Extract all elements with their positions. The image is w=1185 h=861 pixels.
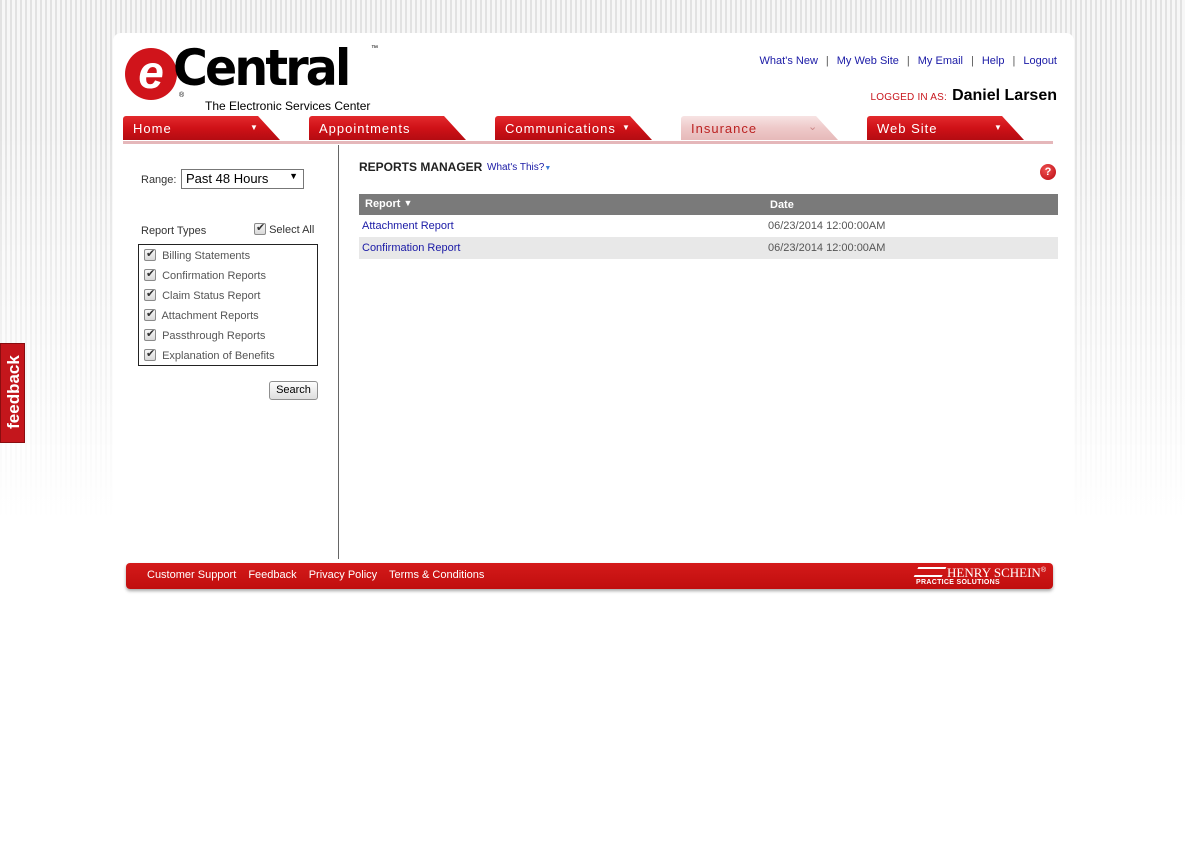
tab-label: Insurance [691,121,758,136]
separator: | [971,55,974,67]
report-type-label: Confirmation Reports [162,270,266,282]
select-all-label: Select All [269,224,315,236]
separator: | [1012,55,1016,67]
dropdown-arrow-icon: ▼ [250,123,259,132]
checkbox-icon[interactable] [144,347,156,361]
footer-bar: Customer Support Feedback Privacy Policy… [126,563,1053,589]
feedback-tab[interactable]: feedback [0,343,25,443]
my-email-link[interactable]: My Email [918,55,963,67]
column-header-label: Report [365,198,401,210]
report-types-label: Report Types [141,225,207,237]
chevron-down-icon: ▼ [544,165,552,172]
chevron-down-icon: ▼ [289,171,298,181]
brand-subtitle: PRACTICE SOLUTIONS [916,579,1001,586]
checkbox-icon[interactable] [144,267,156,281]
tab-insurance[interactable]: Insurance ⌄ [681,116,838,140]
my-web-site-link[interactable]: My Web Site [837,55,899,67]
dropdown-arrow-icon: ▼ [622,123,631,132]
logged-in-info: LOGGED IN AS: Daniel Larsen [870,87,1057,105]
logo-tagline: The Electronic Services Center [205,99,371,113]
whats-this-label: What's This? [487,162,545,173]
table-row: Attachment Report 06/23/2014 12:00:00AM [359,215,1058,237]
footer-link-customer-support[interactable]: Customer Support [147,569,236,581]
user-name: Daniel Larsen [952,87,1057,104]
help-link[interactable]: Help [982,55,1005,67]
tab-web-site[interactable]: Web Site ▼ [867,116,1024,140]
main-nav: Home ▼ Appointments Communications ▼ Ins… [123,116,1053,143]
help-icon[interactable]: ? [1040,164,1056,180]
footer-link-feedback[interactable]: Feedback [248,569,296,581]
panel-divider [338,145,339,559]
tab-home[interactable]: Home ▼ [123,116,280,140]
henry-schein-logo: HENRY SCHEIN® PRACTICE SOLUTIONS [913,565,1046,586]
tab-label: Home [133,121,172,136]
footer-links: Customer Support Feedback Privacy Policy… [147,569,493,581]
brand-name: HENRY SCHEIN [947,565,1041,580]
range-select[interactable]: Past 48 Hours ▼ [181,169,304,189]
report-type-explanation-of-benefits[interactable]: Explanation of Benefits [144,347,275,362]
whats-this-link[interactable]: What's This?▼ [487,162,551,173]
whats-new-link[interactable]: What's New [760,55,818,67]
checkbox-icon[interactable] [144,287,156,301]
report-date: 06/23/2014 12:00:00AM [768,242,886,254]
footer-link-terms[interactable]: Terms & Conditions [389,569,484,581]
report-types-list: Billing Statements Confirmation Reports … [138,244,318,366]
table-header: Report ▼ Date [359,194,1058,215]
sort-arrow-icon: ▼ [403,198,413,208]
page-container: e Central ™ ® The Electronic Services Ce… [113,33,1074,593]
report-type-attachment-reports[interactable]: Attachment Reports [144,307,259,322]
nav-underline [123,141,1053,144]
feedback-label: feedback [4,355,23,429]
report-date: 06/23/2014 12:00:00AM [768,220,886,232]
tab-label: Communications [505,121,616,136]
logout-link[interactable]: Logout [1023,55,1057,67]
checkbox-icon[interactable] [144,307,156,321]
column-header-date[interactable]: Date [770,199,794,211]
logo-e-mark: e [125,48,177,100]
tab-label: Appointments [319,121,411,136]
top-links: What's New | My Web Site | My Email | Help | Log… [760,55,1057,67]
tab-appointments[interactable]: Appointments [309,116,466,140]
report-type-confirmation-reports[interactable]: Confirmation Reports [144,267,266,282]
range-label: Range: [141,174,177,186]
logged-in-label: LOGGED IN AS: [870,92,947,103]
report-type-label: Passthrough Reports [162,330,266,342]
checkbox-icon[interactable] [144,247,156,261]
report-type-billing-statements[interactable]: Billing Statements [144,247,251,262]
range-value: Past 48 Hours [186,171,269,186]
ecentral-logo[interactable]: e Central ™ ® The Electronic Services Ce… [125,39,378,114]
henry-schein-mark-icon [913,567,947,577]
report-link[interactable]: Attachment Report [362,220,454,232]
checkbox-icon[interactable] [254,221,266,235]
column-header-report[interactable]: Report ▼ [365,198,412,210]
logo-trademark: ™ [371,45,378,52]
separator: | [906,55,910,67]
report-type-label: Attachment Reports [161,310,259,322]
logo-registered: ® [179,92,185,99]
select-all-checkbox[interactable]: Select All [254,221,315,236]
report-link[interactable]: Confirmation Report [362,242,460,254]
report-type-label: Claim Status Report [162,290,261,302]
checkbox-icon[interactable] [144,327,156,341]
separator: | [825,55,829,67]
dropdown-arrow-icon: ⌄ [808,121,819,133]
logo-wordmark: Central [173,39,351,97]
report-type-label: Explanation of Benefits [162,350,275,362]
report-type-label: Billing Statements [162,250,251,262]
report-type-claim-status-report[interactable]: Claim Status Report [144,287,261,302]
tab-communications[interactable]: Communications ▼ [495,116,652,140]
report-type-passthrough-reports[interactable]: Passthrough Reports [144,327,266,342]
reports-table: Report ▼ Date Attachment Report 06/23/20… [359,194,1058,259]
table-row: Confirmation Report 06/23/2014 12:00:00A… [359,237,1058,259]
search-button[interactable]: Search [269,381,318,400]
tab-label: Web Site [877,121,938,136]
brand-registered: ® [1040,567,1046,574]
dropdown-arrow-icon: ▼ [994,123,1003,132]
footer-link-privacy-policy[interactable]: Privacy Policy [309,569,377,581]
page-title: REPORTS MANAGER [359,160,483,174]
